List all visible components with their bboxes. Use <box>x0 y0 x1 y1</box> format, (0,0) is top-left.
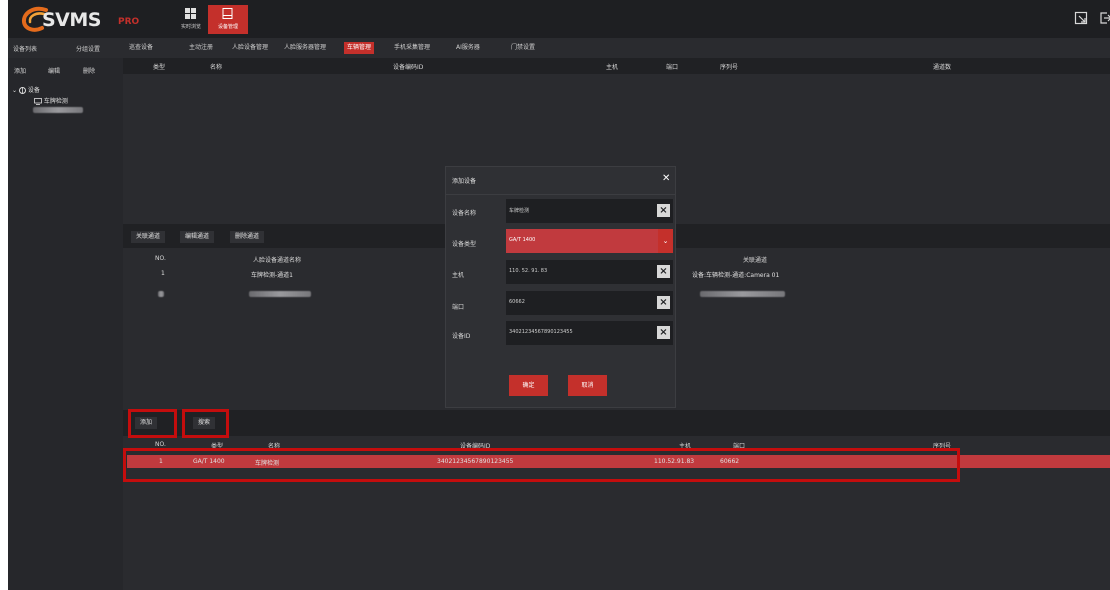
channel-row-name: 车牌检测-通道1 <box>251 272 293 279</box>
top-bar: SVMS PRO 实时浏览 设备管理 <box>8 0 1110 38</box>
module-tab-label: 设备管理 <box>217 24 238 30</box>
device-type-value: GA/T 1400 <box>509 237 536 243</box>
globe-icon <box>18 87 26 94</box>
chevron-down-icon[interactable]: ⌄ <box>12 87 17 94</box>
close-icon[interactable]: ✕ <box>662 173 670 184</box>
col-port: 端口 <box>666 64 679 71</box>
chevron-down-icon[interactable]: ⌄ <box>658 229 673 253</box>
blurred-cell <box>249 291 311 297</box>
add-device-button[interactable]: 添加 <box>14 66 26 75</box>
channel-row-no: 1 <box>161 270 165 277</box>
sub-navigation: 设备列表 分组设置 巡查设备 主动注册 人脸设备管理 人脸服务器管理 车辆管理 … <box>8 38 1110 58</box>
device-type-label: 设备类型 <box>452 241 477 248</box>
tree-root[interactable]: ⌄ 设备 <box>12 85 40 94</box>
host-field[interactable]: 110. 52. 91. 83 × <box>506 260 673 284</box>
module-tab-live-view[interactable]: 实时浏览 <box>171 5 211 34</box>
monitor-icon <box>34 98 42 105</box>
device-name-value: 车牌检测 <box>509 208 530 214</box>
col-channel-count: 通道数 <box>933 64 952 71</box>
left-panel: 添加 编辑 删除 ⌄ 设备 车牌检测 <box>8 58 123 590</box>
nav-tab-face-device[interactable]: 人脸设备管理 <box>229 42 271 54</box>
device-icon <box>222 8 233 19</box>
port-field[interactable]: 60662 × <box>506 291 673 315</box>
app-window: SVMS PRO 实时浏览 设备管理 设备列表 分组设置 巡查设备 主动注册 人… <box>8 0 1110 590</box>
host-value: 110. 52. 91. 83 <box>509 268 548 274</box>
cancel-button[interactable]: 取消 <box>568 375 607 396</box>
nav-tab-active-register[interactable]: 主动注册 <box>186 42 216 54</box>
col-serial: 序列号 <box>720 64 739 71</box>
clear-icon[interactable]: × <box>657 296 670 309</box>
brand-suffix: PRO <box>118 17 140 27</box>
nav-tab-mobile-capture[interactable]: 手机采集管理 <box>391 42 433 54</box>
col-type: 类型 <box>153 64 166 71</box>
col-face-channel-name: 人脸设备通道名称 <box>253 257 302 264</box>
host-label: 主机 <box>452 272 465 279</box>
col-no: NO. <box>155 441 166 448</box>
device-id-field[interactable]: 34021234567890123455 × <box>506 321 673 345</box>
blurred-tree-item <box>33 107 83 113</box>
delete-device-button[interactable]: 删除 <box>83 66 95 75</box>
link-channel-button[interactable]: 关联通道 <box>131 231 166 243</box>
highlight-search-button <box>182 409 229 438</box>
clear-icon[interactable]: × <box>657 204 670 217</box>
blurred-cell <box>700 291 785 297</box>
col-device-id: 设备编码ID <box>393 64 424 71</box>
nav-tab-patrol-device[interactable]: 巡查设备 <box>126 42 156 54</box>
nav-tab-access-control[interactable]: 门禁设置 <box>508 42 538 54</box>
logo: SVMS PRO <box>20 4 140 34</box>
col-no: NO. <box>155 255 166 262</box>
port-label: 端口 <box>452 304 465 311</box>
highlight-add-button <box>128 409 177 438</box>
module-tab-device-management[interactable]: 设备管理 <box>208 5 248 34</box>
brand-name: SVMS <box>42 9 101 31</box>
device-type-select[interactable]: GA/T 1400 ⌄ <box>506 229 673 253</box>
dialog-divider <box>446 194 675 195</box>
edit-channel-button[interactable]: 编辑通道 <box>180 231 215 243</box>
nav-tab-face-server[interactable]: 人脸服务器管理 <box>281 42 329 54</box>
confirm-button[interactable]: 确定 <box>509 375 548 396</box>
nav-tab-vehicle-management[interactable]: 车辆管理 <box>344 42 375 54</box>
tree-item-label: 车牌检测 <box>43 98 68 105</box>
device-table-header: 类型 名称 设备编码ID 主机 端口 序列号 通道数 <box>123 58 1110 74</box>
left-tab-device-list[interactable]: 设备列表 <box>13 44 37 53</box>
logout-icon[interactable] <box>1098 11 1110 25</box>
delete-channel-button[interactable]: 删除通道 <box>230 231 265 243</box>
tree-item-plate-detection[interactable]: 车牌检测 <box>34 96 68 105</box>
bottom-toolbar: 添加 搜索 <box>123 410 1110 436</box>
device-id-value: 34021234567890123455 <box>509 329 573 335</box>
clear-icon[interactable]: × <box>657 326 670 339</box>
resize-icon[interactable] <box>1074 11 1088 25</box>
dialog-title: 添加设备 <box>452 178 477 185</box>
add-device-dialog: 添加设备 ✕ 设备名称 车牌检测 × 设备类型 GA/T 1400 ⌄ 主机 1… <box>445 166 676 408</box>
col-linked-channel: 关联通道 <box>743 257 768 264</box>
grid-icon <box>185 8 196 19</box>
edit-device-button[interactable]: 编辑 <box>48 66 60 75</box>
blurred-cell <box>158 291 164 297</box>
tree-root-label: 设备 <box>27 87 40 94</box>
device-name-field[interactable]: 车牌检测 × <box>506 199 673 223</box>
clear-icon[interactable]: × <box>657 265 670 278</box>
channel-row-linked: 设备:车辆检测-通道:Camera 01 <box>692 272 780 279</box>
port-value: 60662 <box>509 299 525 305</box>
left-tab-group-settings[interactable]: 分组设置 <box>76 44 100 53</box>
device-id-label: 设备ID <box>452 333 471 340</box>
col-name: 名称 <box>210 64 223 71</box>
module-tab-label: 实时浏览 <box>180 24 201 30</box>
highlight-data-row <box>123 448 960 482</box>
device-name-label: 设备名称 <box>452 210 477 217</box>
col-host: 主机 <box>606 64 619 71</box>
nav-tab-ai-server[interactable]: AI服务器 <box>453 42 483 54</box>
